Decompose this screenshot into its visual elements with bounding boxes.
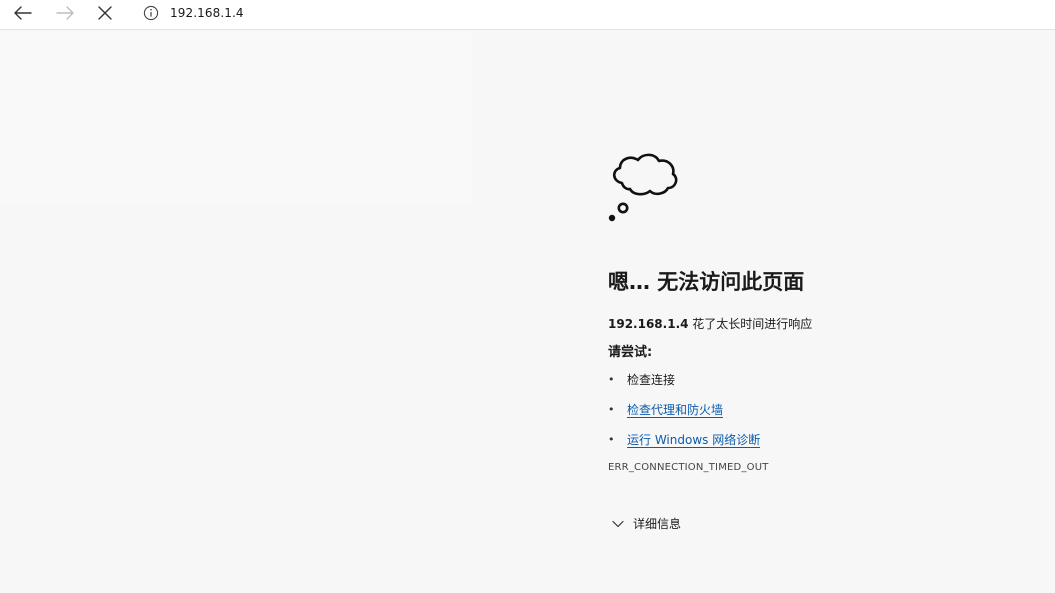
details-label: 详细信息 xyxy=(633,517,682,531)
error-title: 嗯… 无法访问此页面 xyxy=(608,270,805,294)
arrow-right-icon xyxy=(56,6,74,20)
forward-button[interactable] xyxy=(50,0,80,26)
url-text[interactable]: 192.168.1.4 xyxy=(170,6,244,20)
error-host: 192.168.1.4 xyxy=(608,317,689,331)
stop-button[interactable] xyxy=(90,0,120,26)
error-subtitle-text: 花了太长时间进行响应 xyxy=(688,317,813,331)
error-subtitle: 192.168.1.4 花了太长时间进行响应 xyxy=(608,316,1028,332)
error-panel: 嗯… 无法访问此页面 192.168.1.4 花了太长时间进行响应 请尝试: 检… xyxy=(608,150,1028,532)
suggestion-list: 检查连接 检查代理和防火墙 运行 Windows 网络诊断 xyxy=(608,372,1028,448)
content-background xyxy=(0,31,472,203)
info-circle-icon[interactable] xyxy=(142,4,160,22)
address-bar[interactable]: 192.168.1.4 xyxy=(130,0,1055,26)
browser-toolbar: 192.168.1.4 xyxy=(0,0,1055,30)
suggestion-network-diagnostics: 运行 Windows 网络诊断 xyxy=(608,432,1028,448)
suggestion-label: 检查连接 xyxy=(627,373,676,387)
suggestion-check-connection: 检查连接 xyxy=(608,372,1028,388)
details-toggle[interactable]: 详细信息 xyxy=(608,515,1028,532)
arrow-left-icon xyxy=(14,6,32,20)
back-button[interactable] xyxy=(8,0,38,26)
try-label: 请尝试: xyxy=(608,345,653,360)
network-diagnostics-link[interactable]: 运行 Windows 网络诊断 xyxy=(627,433,761,448)
error-code: ERR_CONNECTION_TIMED_OUT xyxy=(608,462,769,473)
thought-cloud-icon xyxy=(608,153,678,222)
suggestion-check-proxy-firewall: 检查代理和防火墙 xyxy=(608,402,1028,418)
check-proxy-firewall-link[interactable]: 检查代理和防火墙 xyxy=(627,403,724,418)
chevron-down-icon xyxy=(612,520,624,528)
close-icon xyxy=(98,6,112,20)
